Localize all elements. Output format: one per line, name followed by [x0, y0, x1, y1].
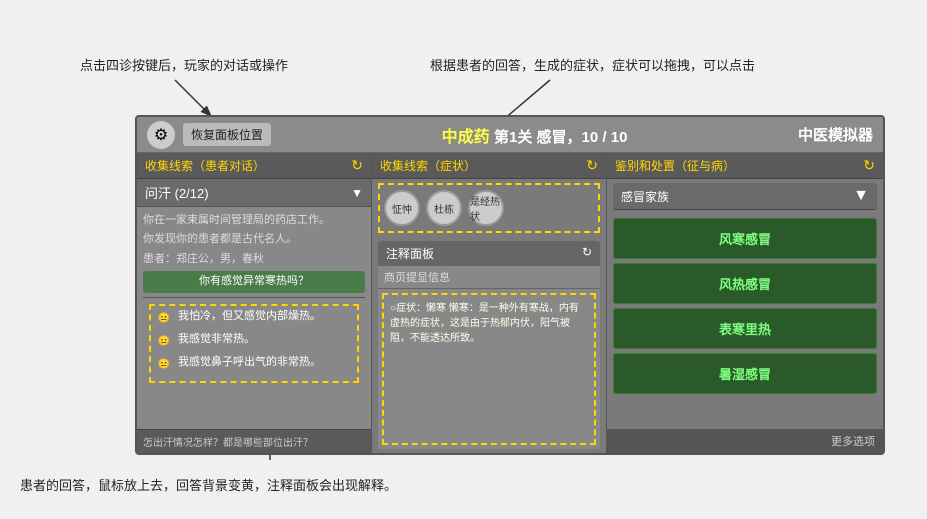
- symptom-tag-0[interactable]: 怔忡: [384, 190, 420, 226]
- response-item-2[interactable]: 😐 我感觉鼻子呼出气的非常热。: [154, 355, 354, 375]
- annotation-bottom: 患者的回答，鼠标放上去，回答背景变黄，注释面板会出现解释。: [20, 475, 397, 494]
- info-panel-content: ○症状：懒寒 懒寒：是一种外有寒战，内有虚热的症状，这是由于热郁内伏，阳气被阻，…: [382, 293, 596, 445]
- disease-dropdown[interactable]: 感冒家族 ▼: [613, 183, 877, 210]
- avatar-1: 😐: [154, 332, 174, 352]
- header-title-part1: 中成药: [442, 129, 490, 146]
- symptom-tag-2[interactable]: 是经热状: [468, 190, 504, 226]
- chat-msg-2: 患者：郑庄公，男，春秋: [143, 252, 365, 267]
- gear-button[interactable]: ⚙: [147, 121, 175, 149]
- header-bar: ⚙ 恢复面板位置 中成药 第1关 感冒，10 / 10 中医模拟器: [137, 117, 883, 153]
- disease-item-1[interactable]: 风热感冒: [613, 263, 877, 304]
- annotation-top-left: 点击四诊按键后，玩家的对话或操作: [80, 55, 288, 74]
- response-item-1[interactable]: 😐 我感觉非常热。: [154, 332, 354, 352]
- avatar-2: 😐: [154, 355, 174, 375]
- symptom-tags-container: 怔忡 杜栋 是经热状: [378, 183, 600, 233]
- right-col-title: 鉴别和处置（征与病）: [615, 157, 735, 174]
- columns-container: 收集线索（患者对话） ↻ 问汗 (2/12) ▼ 你在一家束属时间管理局的药店工…: [137, 153, 883, 453]
- chat-area: 你在一家束属时间管理局的药店工作。 你发现你的患者都是古代名人。 患者：郑庄公，…: [137, 207, 371, 429]
- response-text-1: 我感觉非常热。: [178, 332, 255, 347]
- game-window: ⚙ 恢复面板位置 中成药 第1关 感冒，10 / 10 中医模拟器 收集线索（患…: [135, 115, 885, 455]
- avatar-0: 😐: [154, 309, 174, 329]
- info-panel-header: 注释面板 ↻: [378, 241, 600, 266]
- disease-item-3[interactable]: 暑湿感冒: [613, 353, 877, 394]
- disease-dropdown-label: 感冒家族: [621, 188, 669, 205]
- header-right: 中医模拟器: [798, 124, 873, 145]
- info-panel-title: 注释面板: [386, 245, 434, 262]
- disease-dropdown-arrow: ▼: [853, 187, 869, 205]
- response-text-0: 我怕冷，但又感觉内部燥热。: [178, 309, 321, 324]
- annotation-top-right: 根据患者的回答，生成的症状，症状可以拖拽，可以点击: [430, 55, 755, 74]
- left-col-header: 收集线索（患者对话） ↻: [137, 153, 371, 179]
- left-dropdown-label: 问汗 (2/12): [145, 183, 209, 202]
- mid-col-title: 收集线索（症状）: [380, 157, 476, 174]
- symptom-tag-1[interactable]: 杜栋: [426, 190, 462, 226]
- restore-button[interactable]: 恢复面板位置: [183, 123, 271, 146]
- mid-refresh-icon[interactable]: ↻: [586, 157, 598, 174]
- mid-column: 收集线索（症状） ↻ 怔忡 杜栋 是经热状 注释面板 ↻ 商页提显信息 ○症状：…: [372, 153, 607, 453]
- disease-item-0[interactable]: 风寒感冒: [613, 218, 877, 259]
- right-column: 鉴别和处置（征与病） ↻ 感冒家族 ▼ 风寒感冒 风热感冒 表寒里热 暑湿感冒 …: [607, 153, 883, 453]
- mid-col-header: 收集线索（症状） ↻: [372, 153, 606, 179]
- right-refresh-icon[interactable]: ↻: [863, 157, 875, 174]
- left-column: 收集线索（患者对话） ↻ 问汗 (2/12) ▼ 你在一家束属时间管理局的药店工…: [137, 153, 372, 453]
- left-bottom-input: 怎出汗情况怎样？都是哪些部位出汗？: [137, 429, 371, 453]
- response-text-2: 我感觉鼻子呼出气的非常热。: [178, 355, 321, 370]
- disease-list: 风寒感冒 风热感冒 表寒里热 暑湿感冒: [607, 214, 883, 429]
- info-refresh-icon[interactable]: ↻: [582, 245, 592, 262]
- more-options-button[interactable]: 更多选项: [607, 429, 883, 453]
- header-center: 中成药 第1关 感冒，10 / 10: [271, 123, 798, 147]
- header-title-part2: 第1关 感冒，10 / 10: [494, 129, 627, 146]
- chat-msg-3: 你有感觉异常寒热吗？: [143, 271, 365, 292]
- left-refresh-icon[interactable]: ↻: [351, 157, 363, 174]
- bottom-prompt-text: 怎出汗情况怎样？都是哪些部位出汗？: [143, 434, 365, 449]
- chat-responses: 😐 我怕冷，但又感觉内部燥热。 😐 我感觉非常热。 😐 我感觉鼻子呼出气的非常热…: [143, 297, 365, 389]
- left-col-title: 收集线索（患者对话）: [145, 157, 265, 174]
- chat-msg-0: 你在一家束属时间管理局的药店工作。: [143, 213, 365, 228]
- left-dropdown-arrow: ▼: [351, 186, 363, 200]
- dashed-responses: 😐 我怕冷，但又感觉内部燥热。 😐 我感觉非常热。 😐 我感觉鼻子呼出气的非常热…: [149, 304, 359, 383]
- left-dropdown[interactable]: 问汗 (2/12) ▼: [137, 179, 371, 207]
- info-panel-sub: 商页提显信息: [378, 266, 600, 289]
- response-item-0[interactable]: 😐 我怕冷，但又感觉内部燥热。: [154, 309, 354, 329]
- chat-msg-1: 你发现你的患者都是古代名人。: [143, 232, 365, 247]
- info-panel: 注释面板 ↻ 商页提显信息 ○症状：懒寒 懒寒：是一种外有寒战，内有虚热的症状，…: [378, 241, 600, 449]
- disease-item-2[interactable]: 表寒里热: [613, 308, 877, 349]
- right-col-header: 鉴别和处置（征与病） ↻: [607, 153, 883, 179]
